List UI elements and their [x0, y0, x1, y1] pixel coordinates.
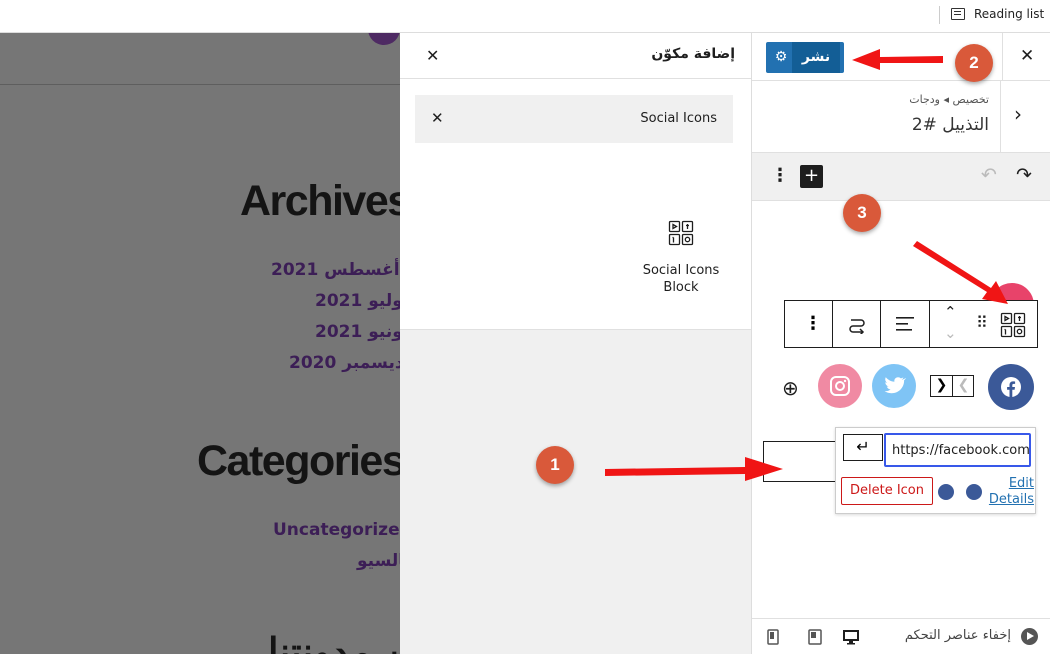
annotation-badge: 3	[843, 194, 881, 232]
arrow-to-block	[605, 457, 783, 481]
annotation-badge: 2	[955, 44, 993, 82]
arrow-to-block-icon	[913, 241, 1008, 304]
arrow-to-publish	[852, 49, 943, 70]
annotation-badge: 1	[536, 446, 574, 484]
annotation-arrows	[605, 49, 1008, 481]
